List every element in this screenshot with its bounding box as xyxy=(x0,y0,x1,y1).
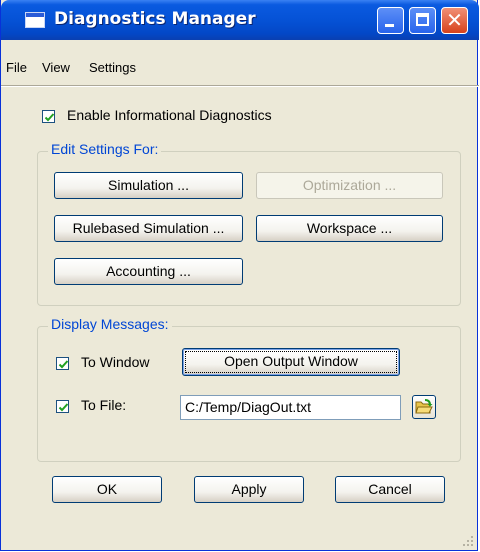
diagnostics-manager-window: Diagnostics Manager ✕ File View Settings… xyxy=(0,0,479,551)
to-window-label: To Window xyxy=(81,354,150,370)
menu-settings[interactable]: Settings xyxy=(89,60,136,75)
edit-settings-legend: Edit Settings For: xyxy=(48,141,162,157)
resize-grip-icon[interactable] xyxy=(462,535,474,547)
apply-button[interactable]: Apply xyxy=(194,476,304,503)
ok-button[interactable]: OK xyxy=(52,476,162,503)
menu-divider xyxy=(1,85,479,87)
rulebased-simulation-button[interactable]: Rulebased Simulation ... xyxy=(54,215,243,242)
close-button[interactable]: ✕ xyxy=(441,7,468,34)
simulation-button[interactable]: Simulation ... xyxy=(54,172,243,199)
enable-diagnostics-checkbox[interactable] xyxy=(42,110,55,123)
minimize-icon xyxy=(385,24,394,27)
close-icon: ✕ xyxy=(446,8,463,32)
optimization-button[interactable]: Optimization ... xyxy=(256,172,443,199)
to-window-checkbox[interactable] xyxy=(56,357,69,370)
menu-file[interactable]: File xyxy=(6,60,27,75)
workspace-button[interactable]: Workspace ... xyxy=(256,215,443,242)
output-file-path-field[interactable]: C:/Temp/DiagOut.txt xyxy=(180,395,401,420)
to-file-label: To File: xyxy=(81,397,127,413)
menu-bar: File View Settings xyxy=(1,60,479,83)
menu-view[interactable]: View xyxy=(42,60,70,75)
enable-diagnostics-label: Enable Informational Diagnostics xyxy=(67,107,272,123)
window-title: Diagnostics Manager xyxy=(54,9,256,29)
open-folder-icon xyxy=(415,399,433,414)
checkmark-icon xyxy=(44,113,55,122)
display-messages-group xyxy=(37,326,461,462)
browse-file-button[interactable] xyxy=(412,395,436,419)
to-file-checkbox[interactable] xyxy=(56,400,69,413)
accounting-button[interactable]: Accounting ... xyxy=(54,258,243,285)
open-output-window-button[interactable]: Open Output Window xyxy=(182,348,400,376)
maximize-button[interactable] xyxy=(409,7,436,34)
maximize-icon xyxy=(416,13,429,26)
checkmark-icon xyxy=(58,360,69,369)
app-icon xyxy=(25,12,45,28)
minimize-button[interactable] xyxy=(377,7,404,34)
display-messages-legend: Display Messages: xyxy=(48,316,172,332)
cancel-button[interactable]: Cancel xyxy=(335,476,445,503)
checkmark-icon xyxy=(58,403,69,412)
title-bar[interactable]: Diagnostics Manager ✕ xyxy=(1,0,479,40)
